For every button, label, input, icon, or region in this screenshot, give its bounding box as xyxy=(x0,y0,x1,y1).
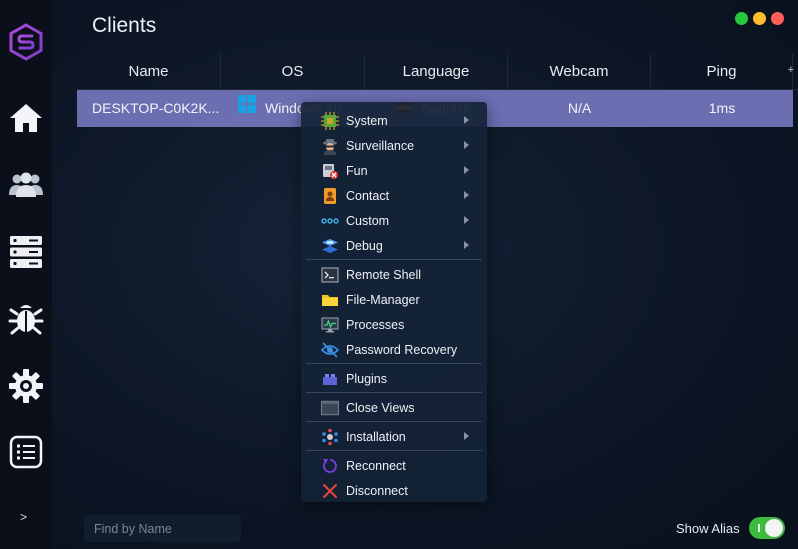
page-title: Clients xyxy=(92,14,157,37)
menu-item-label: Processes xyxy=(346,317,405,332)
monitor-icon xyxy=(321,316,339,334)
menu-item-system[interactable]: System xyxy=(301,108,487,133)
context-menu: System Surveillance Fun Contact Custom D… xyxy=(301,102,487,502)
bug-icon[interactable] xyxy=(6,298,46,338)
eye-recovery-icon xyxy=(321,341,339,359)
menu-item-label: Custom xyxy=(346,213,390,228)
show-alias-toggle[interactable] xyxy=(749,517,785,539)
folder-icon xyxy=(321,291,339,309)
show-alias-label: Show Alias xyxy=(676,521,740,536)
cell-ping: 1ms xyxy=(708,100,736,116)
menu-item-label: Plugins xyxy=(346,371,387,386)
servers-icon[interactable] xyxy=(6,232,46,272)
window-icon xyxy=(321,399,339,417)
menu-item-fun[interactable]: Fun xyxy=(301,158,487,183)
menu-separator xyxy=(306,259,482,260)
submenu-arrow-icon xyxy=(464,216,469,224)
logo-icon xyxy=(6,22,46,62)
home-icon[interactable] xyxy=(6,98,46,138)
submenu-arrow-icon xyxy=(464,191,469,199)
submenu-arrow-icon xyxy=(464,432,469,440)
column-header-name[interactable]: Name xyxy=(77,54,221,90)
menu-item-file-manager[interactable]: File-Manager xyxy=(301,287,487,312)
menu-item-label: System xyxy=(346,113,388,128)
menu-item-reconnect[interactable]: Reconnect xyxy=(301,453,487,478)
users-icon[interactable] xyxy=(6,164,46,204)
cell-name: DESKTOP-C0K2K... xyxy=(92,100,220,116)
menu-item-label: Installation xyxy=(346,429,406,444)
menu-item-label: Remote Shell xyxy=(346,267,422,282)
submenu-arrow-icon xyxy=(464,166,469,174)
menu-item-label: Close Views xyxy=(346,400,415,415)
menu-item-surveillance[interactable]: Surveillance xyxy=(301,133,487,158)
menu-item-contact[interactable]: Contact xyxy=(301,183,487,208)
column-header-os[interactable]: OS xyxy=(221,54,365,90)
submenu-arrow-icon xyxy=(464,241,469,249)
menu-item-debug[interactable]: Debug xyxy=(301,233,487,258)
reconnect-icon xyxy=(321,457,339,475)
layers-icon xyxy=(321,237,339,255)
menu-item-processes[interactable]: Processes xyxy=(301,312,487,337)
dots-icon xyxy=(321,212,339,230)
minimize-button[interactable] xyxy=(753,12,766,25)
column-header-ping[interactable]: Ping xyxy=(651,54,793,90)
maximize-button[interactable] xyxy=(735,12,748,25)
menu-item-installation[interactable]: Installation xyxy=(301,424,487,449)
installation-icon xyxy=(321,428,339,446)
x-icon xyxy=(321,482,339,500)
menu-item-label: Password Recovery xyxy=(346,342,458,357)
menu-item-password-recovery[interactable]: Password Recovery xyxy=(301,337,487,362)
contact-book-icon xyxy=(321,187,339,205)
cell-webcam: N/A xyxy=(567,100,592,116)
menu-item-label: Disconnect xyxy=(346,483,408,498)
menu-item-custom[interactable]: Custom xyxy=(301,208,487,233)
menu-item-label: Reconnect xyxy=(346,458,406,473)
menu-separator xyxy=(306,392,482,393)
submenu-arrow-icon xyxy=(464,141,469,149)
plugin-icon xyxy=(321,370,339,388)
table-header: Name OS Language Webcam Ping + xyxy=(77,54,798,90)
menu-separator xyxy=(306,450,482,451)
gear-icon[interactable] xyxy=(6,366,46,406)
windows-icon xyxy=(238,90,256,127)
terminal-icon xyxy=(321,266,339,284)
menu-item-label: Contact xyxy=(346,188,390,203)
window-controls xyxy=(735,12,784,25)
menu-item-remote-shell[interactable]: Remote Shell xyxy=(301,262,487,287)
sidebar: > xyxy=(0,0,52,549)
expand-sidebar-button[interactable]: > xyxy=(20,510,27,524)
menu-item-close-views[interactable]: Close Views xyxy=(301,395,487,420)
menu-separator xyxy=(306,363,482,364)
close-button[interactable] xyxy=(771,12,784,25)
chip-icon xyxy=(321,111,339,130)
list-icon[interactable] xyxy=(6,432,46,472)
column-header-webcam[interactable]: Webcam xyxy=(508,54,651,90)
menu-item-label: File-Manager xyxy=(346,292,420,307)
menu-item-disconnect[interactable]: Disconnect xyxy=(301,478,487,503)
search-input[interactable] xyxy=(84,515,241,542)
column-header-language[interactable]: Language xyxy=(365,54,508,90)
submenu-arrow-icon xyxy=(464,116,469,124)
menu-item-label: Fun xyxy=(346,163,368,178)
menu-item-label: Surveillance xyxy=(346,138,415,153)
menu-item-label: Debug xyxy=(346,238,383,253)
menu-separator xyxy=(306,421,482,422)
spy-icon xyxy=(321,137,339,155)
menu-item-plugins[interactable]: Plugins xyxy=(301,366,487,391)
fun-icon xyxy=(321,162,339,180)
add-column-button[interactable]: + xyxy=(788,64,794,76)
